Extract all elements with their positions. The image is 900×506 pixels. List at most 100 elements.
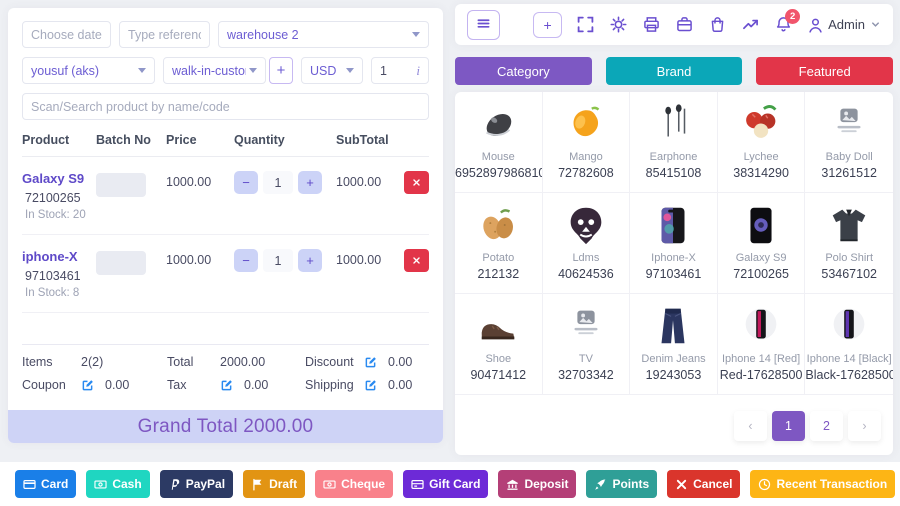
product-card-mouse[interactable]: Mouse 6952897986810 [455,92,543,193]
product-search-field[interactable] [22,93,429,120]
cart-row: Galaxy S9 72100265 In Stock: 20 1000.00 … [22,157,429,235]
cart-table-header: Product Batch No Price Quantity SubTotal [22,133,429,157]
payment-bar: Card Cash PayPal Draft Cheque Gift Card … [0,462,900,506]
galaxys9-product-image [718,201,805,249]
cancel-button[interactable]: Cancel [667,470,741,498]
cart-product-code: 97103461 [25,269,81,283]
recent-transaction-button[interactable]: Recent Transaction [750,470,896,498]
product-code: 19243053 [645,368,702,382]
date-input[interactable] [31,27,102,42]
gift-card-button[interactable]: Gift Card [403,470,489,498]
filter-featured-button[interactable]: Featured [756,57,894,85]
product-code: 85415108 [645,166,702,180]
seller-select[interactable]: yousuf (aks) [22,57,155,84]
earphone-product-image [630,100,717,148]
product-card-potato[interactable]: Potato 212132 [455,193,543,294]
reference-input[interactable] [128,27,201,42]
fullscreen-icon[interactable] [577,16,594,33]
product-code: 97103461 [645,267,702,281]
bank-icon [506,478,519,491]
product-card-lychee[interactable]: Lychee 38314290 [717,92,806,193]
batch-input[interactable] [96,251,146,275]
remove-item-button[interactable] [404,249,429,272]
product-card-tv[interactable]: TV 32703342 [542,294,631,395]
product-card-iphone-14-red[interactable]: Iphone 14 [Red] Red-17628500 [717,294,806,395]
chevron-down-icon [412,32,420,37]
product-card-galaxy-s9[interactable]: Galaxy S9 72100265 [717,193,806,294]
edit-coupon-icon[interactable] [81,379,94,392]
filter-category-button[interactable]: Category [455,57,592,85]
product-card-ldms[interactable]: Ldms 40624536 [542,193,631,294]
register-icon[interactable] [676,16,693,33]
cart-product-link[interactable]: iphone-X [22,249,96,264]
add-button[interactable]: + [533,11,563,38]
product-card-mango[interactable]: Mango 72782608 [542,92,631,193]
cart-product-link[interactable]: Galaxy S9 [22,171,96,186]
menu-button[interactable] [467,9,500,40]
product-code: 90471412 [470,368,527,382]
customer-value: walk-in-customer i [172,63,246,78]
tax-label: Tax [167,378,187,392]
reference-field[interactable] [119,21,210,48]
bell-icon[interactable]: 2 [775,9,801,33]
customer-select[interactable]: walk-in-customer i [163,57,266,84]
points-button[interactable]: Points [586,470,658,498]
edit-shipping-icon[interactable] [364,379,377,392]
product-name: Potato [482,252,515,264]
qty-plus-button[interactable]: + [298,249,322,272]
qty-minus-button[interactable]: − [234,249,258,272]
product-card-iphone-x[interactable]: Iphone-X 97103461 [630,193,718,294]
edit-tax-icon[interactable] [220,379,233,392]
product-card-denim-jeans[interactable]: Denim Jeans 19243053 [630,294,718,395]
draft-button[interactable]: Draft [243,470,306,498]
cart-product-stock: In Stock: 8 [25,287,80,299]
pagination-page-1[interactable]: 1 [772,411,805,441]
card-button[interactable]: Card [15,470,77,498]
remove-item-button[interactable] [404,171,429,194]
credit-card-icon [23,478,36,491]
product-card-polo-shirt[interactable]: Polo Shirt 53467102 [805,193,893,294]
cash-button[interactable]: Cash [86,470,150,498]
product-card-shoe[interactable]: Shoe 90471412 [455,294,543,395]
pagination-prev[interactable]: ‹ [734,411,767,441]
qty-input[interactable]: 1 [263,171,293,194]
product-name: Iphone-X [651,252,696,264]
product-card-baby-doll[interactable]: Baby Doll 31261512 [805,92,893,193]
printer-icon[interactable] [643,16,660,33]
shipping-label: Shipping [305,378,354,392]
filter-brand-button[interactable]: Brand [605,57,743,85]
add-customer-button[interactable]: + [269,57,293,84]
deposit-button[interactable]: Deposit [498,470,577,498]
product-search-input[interactable] [31,99,420,114]
exchange-rate-field[interactable]: 1 i [371,57,429,84]
qty-minus-button[interactable]: − [234,171,258,194]
shipping-value: 0.00 [388,378,413,392]
user-name: Admin [828,17,865,32]
paypal-button[interactable]: PayPal [159,470,234,498]
cheque-button[interactable]: Cheque [315,470,394,498]
product-card-earphone[interactable]: Earphone 85415108 [630,92,718,193]
pagination-page-2[interactable]: 2 [810,411,843,441]
qty-plus-button[interactable]: + [298,171,322,194]
batch-input[interactable] [96,173,146,197]
user-menu[interactable]: Admin [807,17,881,33]
shoe-product-image [455,302,542,350]
settings-icon[interactable] [610,16,627,33]
warehouse-select[interactable]: warehouse 2 [218,21,429,48]
edit-discount-icon[interactable] [364,356,377,369]
sales-trend-icon[interactable] [742,16,759,33]
product-card-iphone-14-black[interactable]: Iphone 14 [Black] Black-17628500 [805,294,893,395]
pos-form-row-2: yousuf (aks) walk-in-customer i + USD 1 … [22,57,429,84]
x-icon [412,253,421,268]
lion-product-image [543,201,630,249]
date-field[interactable] [22,21,111,48]
cash-icon [94,478,107,491]
coupon-label: Coupon [22,378,66,392]
pagination-next[interactable]: › [848,411,881,441]
clock-icon [758,478,771,491]
qty-input[interactable]: 1 [263,249,293,272]
currency-value: USD [310,63,337,78]
currency-select[interactable]: USD [301,57,363,84]
product-code: 53467102 [821,267,877,281]
orders-bag-icon[interactable] [709,16,726,33]
